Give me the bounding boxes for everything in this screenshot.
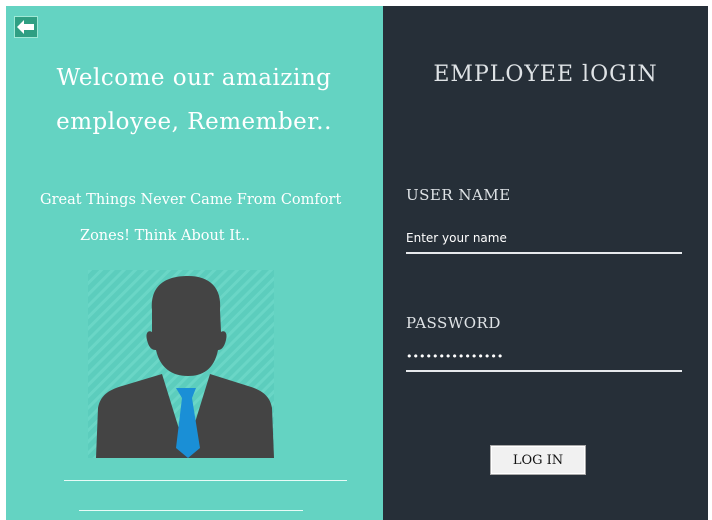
motivational-quote: Great Things Never Came From Comfort Zon… [40, 182, 380, 254]
login-button[interactable]: LOG IN [490, 445, 586, 475]
employee-avatar-icon [88, 270, 274, 458]
divider-line [64, 480, 347, 481]
login-panel: EMPLOYEE lOGIN USER NAME PASSWORD LOG IN [383, 6, 708, 520]
login-window: Welcome our amaizing employee, Remember.… [6, 6, 708, 520]
username-label: USER NAME [406, 186, 511, 204]
password-label: PASSWORD [406, 314, 501, 332]
divider-line [79, 510, 303, 511]
welcome-heading: Welcome our amaizing employee, Remember.… [24, 56, 364, 144]
quote-line-2: Zones! Think About It.. [80, 228, 251, 244]
back-arrow-icon [17, 20, 34, 34]
quote-line-1: Great Things Never Came From Comfort [40, 192, 342, 208]
welcome-line-2: employee, Remember.. [56, 109, 332, 135]
login-title: EMPLOYEE lOGIN [433, 62, 658, 87]
password-input[interactable] [406, 342, 682, 372]
welcome-panel: Welcome our amaizing employee, Remember.… [6, 6, 383, 520]
welcome-line-1: Welcome our amaizing [56, 65, 332, 91]
username-input[interactable] [406, 224, 682, 254]
back-button[interactable] [14, 16, 38, 38]
